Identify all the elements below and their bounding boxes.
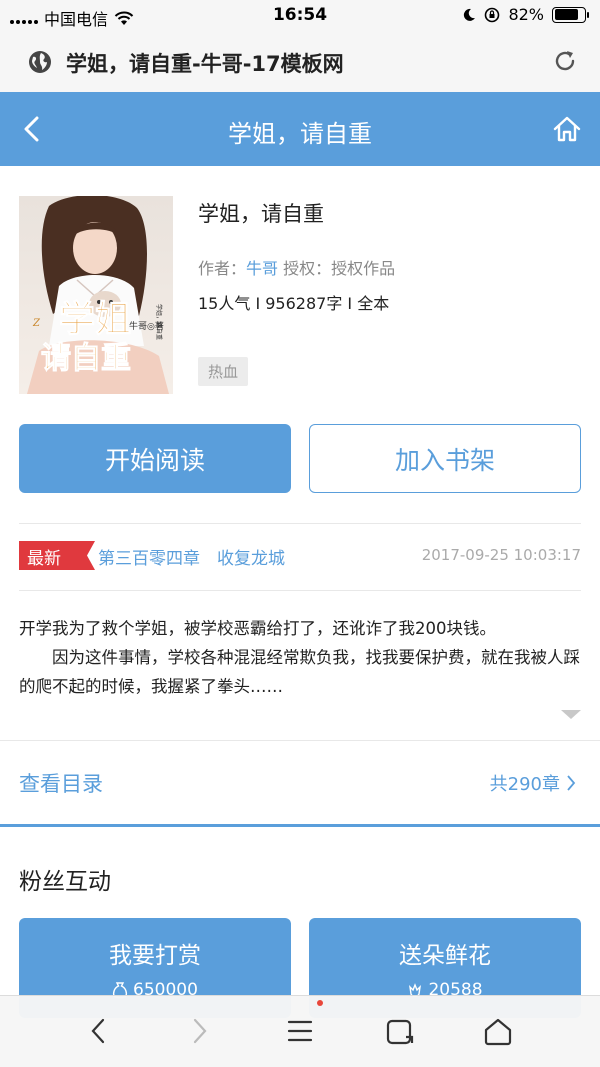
divider	[0, 740, 600, 741]
cover-title-line2: 请自重	[41, 341, 131, 376]
tabs-icon[interactable]	[385, 1016, 415, 1046]
latest-chapter-date: 2017-09-25 10:03:17	[421, 546, 581, 564]
start-reading-button[interactable]: 开始阅读	[19, 424, 291, 493]
chevron-right-icon	[567, 775, 576, 791]
home-icon[interactable]	[482, 1016, 514, 1046]
globe-icon	[29, 51, 51, 73]
browser-page-title[interactable]: 学姐，请自重-牛哥-17模板网	[66, 48, 344, 78]
divider	[19, 523, 581, 524]
latest-chapter-link[interactable]: 第三百零四章 收复龙城	[98, 544, 285, 569]
home-icon[interactable]	[552, 114, 582, 144]
author-label: 作者：	[198, 259, 247, 278]
add-to-shelf-button[interactable]: 加入书架	[309, 424, 581, 493]
browser-toolbar	[0, 995, 600, 1067]
menu-icon[interactable]	[286, 1016, 314, 1046]
divider	[19, 590, 581, 591]
expand-intro-icon[interactable]	[561, 710, 581, 719]
author-link[interactable]: 牛哥	[246, 259, 278, 278]
intro-paragraph: 因为这件事情，学校各种混混经常欺负我，找我要保护费，就在我被人踩的爬不起的时候，…	[19, 648, 580, 696]
genre-tag[interactable]: 热血	[198, 357, 249, 386]
book-title: 学姐，请自重	[198, 202, 324, 226]
cover-side-text: 学姐，请自重	[155, 304, 163, 340]
battery-icon	[552, 6, 589, 23]
flower-label: 送朵鲜花	[399, 943, 491, 969]
reload-icon[interactable]	[552, 48, 578, 74]
book-cover-image: 学姐 请自重 牛哥◎著 学姐，请自重 Z	[19, 196, 173, 394]
latest-chapter-row[interactable]: 最新 第三百零四章 收复龙城 2017-09-25 10:03:17	[19, 541, 581, 571]
status-bar-right: 82%	[462, 5, 589, 24]
notification-dot	[317, 1000, 323, 1006]
view-catalog-link[interactable]: 查看目录	[19, 768, 103, 798]
battery-percent: 82%	[508, 5, 544, 24]
latest-badge: 最新	[19, 541, 95, 570]
moon-icon	[464, 8, 476, 21]
browser-forward-icon[interactable]	[188, 1016, 210, 1046]
page-title: 学姐，请自重	[228, 120, 372, 148]
license-label: 授权：	[278, 259, 332, 278]
status-bar: 中国电信 16:54 82%	[0, 0, 600, 32]
app-header: 学姐，请自重	[0, 92, 600, 166]
book-stats: 15人气 I 956287字 I 全本	[198, 294, 390, 313]
chapter-count-link[interactable]: 共290章	[490, 770, 576, 796]
browser-back-icon[interactable]	[88, 1016, 110, 1046]
book-intro: 开学我为了救个学姐，被学校恶霸给打了，还讹诈了我200块钱。 因为这件事情，学校…	[19, 614, 585, 701]
cover-title-line1: 学姐	[59, 298, 131, 340]
book-meta: 作者：牛哥 授权：授权作品	[198, 255, 395, 279]
cover-logo: Z	[32, 318, 41, 329]
intro-paragraph: 开学我为了救个学姐，被学校恶霸给打了，还讹诈了我200块钱。	[19, 619, 496, 638]
license-value: 授权作品	[331, 259, 396, 278]
section-divider	[0, 824, 600, 827]
fans-section-title: 粉丝互动	[19, 869, 111, 895]
rotation-lock-icon	[485, 7, 500, 22]
reward-label: 我要打赏	[109, 943, 201, 969]
latest-badge-label: 最新	[27, 549, 61, 569]
book-cover[interactable]: 学姐 请自重 牛哥◎著 学姐，请自重 Z	[19, 196, 173, 394]
browser-url-bar: 学姐，请自重-牛哥-17模板网	[0, 32, 600, 92]
chapter-count: 共290章	[489, 774, 560, 795]
